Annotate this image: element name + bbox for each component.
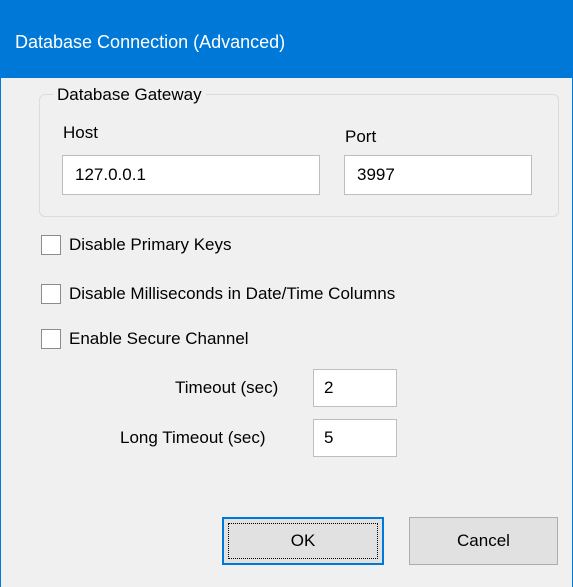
cancel-button-label: Cancel (457, 531, 510, 550)
disable-milliseconds-option[interactable]: Disable Milliseconds in Date/Time Column… (41, 284, 395, 304)
window-title: Database Connection (Advanced) (15, 32, 286, 52)
disable-primary-keys-option[interactable]: Disable Primary Keys (41, 235, 232, 255)
timeout-input[interactable] (313, 369, 397, 407)
title-bar[interactable]: Database Connection (Advanced) (1, 0, 572, 78)
enable-secure-channel-label[interactable]: Enable Secure Channel (69, 329, 249, 349)
cancel-button[interactable]: Cancel (409, 517, 558, 565)
disable-primary-keys-label[interactable]: Disable Primary Keys (69, 235, 232, 255)
host-input[interactable] (62, 155, 320, 195)
disable-primary-keys-checkbox[interactable] (41, 235, 61, 255)
ok-button[interactable]: OK (222, 517, 384, 565)
enable-secure-channel-checkbox[interactable] (41, 329, 61, 349)
enable-secure-channel-option[interactable]: Enable Secure Channel (41, 329, 249, 349)
database-gateway-legend: Database Gateway (53, 85, 206, 105)
port-label: Port (345, 127, 377, 146)
long-timeout-input[interactable] (313, 419, 397, 457)
disable-milliseconds-label[interactable]: Disable Milliseconds in Date/Time Column… (69, 284, 395, 304)
disable-milliseconds-checkbox[interactable] (41, 284, 61, 304)
long-timeout-label: Long Timeout (sec) (120, 428, 266, 447)
port-input[interactable] (344, 155, 532, 195)
ok-button-label: OK (290, 531, 316, 550)
database-connection-dialog: Database Connection (Advanced) Database … (0, 0, 573, 587)
host-label: Host (63, 123, 98, 142)
timeout-label: Timeout (sec) (175, 378, 279, 397)
